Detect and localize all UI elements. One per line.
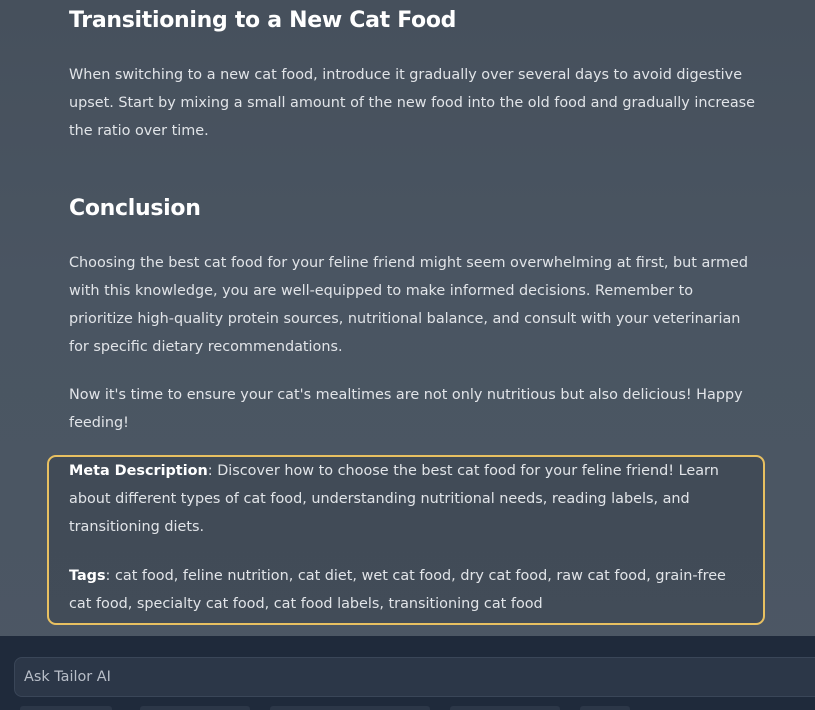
suggestion-chips-row [14,706,814,710]
meta-tags-text: : cat food, feline nutrition, cat diet, … [69,568,726,612]
suggestion-chip[interactable] [140,706,250,710]
suggestion-chip[interactable] [270,706,430,710]
section-paragraph-conclusion: Choosing the best cat food for your feli… [69,255,748,355]
section-paragraph-transition: When switching to a new cat food, introd… [69,67,756,139]
chat-bar [0,636,815,710]
section-heading-conclusion: Conclusion [69,196,201,221]
section-heading-transition: Transitioning to a New Cat Food [69,8,457,33]
meta-highlight-box: Meta Description: Discover how to choose… [47,455,765,625]
suggestion-chip[interactable] [20,706,112,710]
ask-ai-input[interactable] [14,657,815,697]
suggestion-chip[interactable] [580,706,630,710]
meta-tags-label: Tags [69,568,106,584]
meta-description-label: Meta Description [69,463,208,479]
meta-description: Meta Description: Discover how to choose… [69,457,749,541]
suggestion-chip[interactable] [450,706,560,710]
meta-tags: Tags: cat food, feline nutrition, cat di… [69,562,749,618]
closing-paragraph: Now it's time to ensure your cat's mealt… [69,387,743,431]
